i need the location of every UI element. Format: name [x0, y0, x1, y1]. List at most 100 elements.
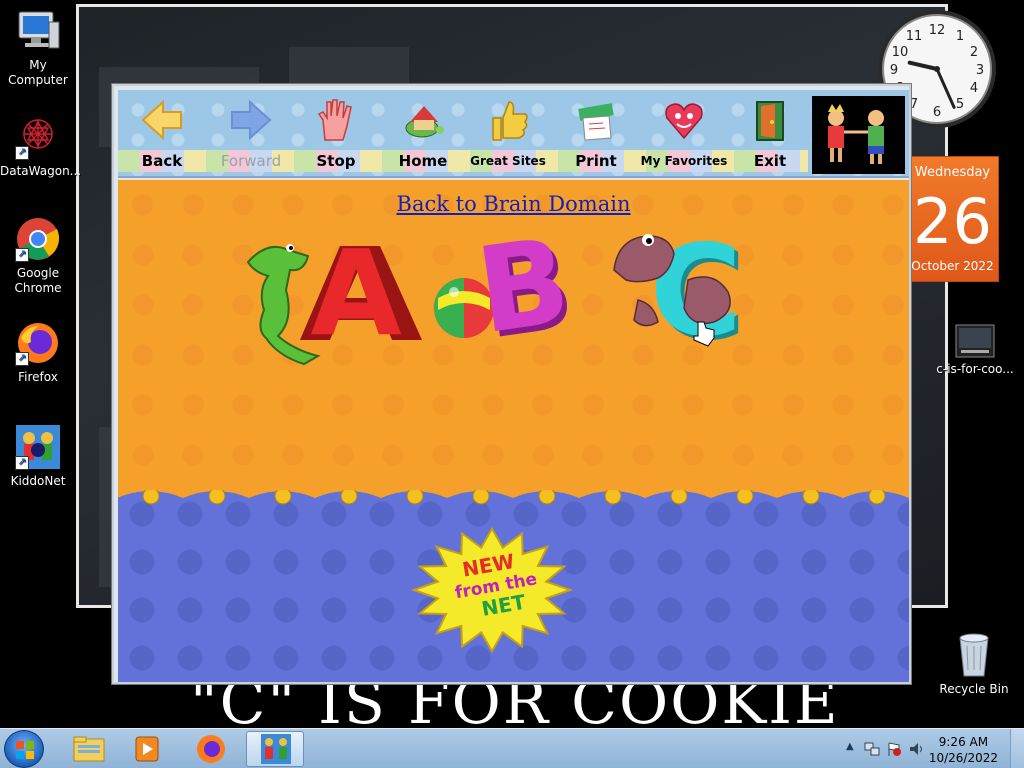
forward-label: Forward	[220, 152, 282, 170]
letter-a-text: A	[310, 224, 401, 362]
video-file-icon	[955, 324, 995, 358]
desktop-icon-label: c-is-for-coo...	[936, 362, 1014, 376]
great-sites-button[interactable]: Great Sites	[466, 90, 550, 174]
folder-icon	[73, 736, 105, 762]
calendar-day: 26	[913, 185, 992, 258]
decorative-bead	[802, 490, 820, 505]
calendar-month-year: October 2022	[911, 259, 994, 273]
desktop-icon-kiddonet[interactable]: ↗ KiddoNet	[0, 424, 76, 489]
exit-label: Exit	[753, 152, 787, 170]
print-label: Print	[575, 152, 617, 170]
my-favorites-label: My Favorites	[640, 154, 728, 168]
new-from-the-net-area: NEW from the NET	[118, 490, 909, 682]
back-label: Back	[141, 152, 183, 170]
svg-text:6: 6	[933, 105, 941, 120]
calendar-weekday: Wednesday	[914, 165, 991, 180]
desktop-icon-c-is-for-cookie[interactable]: c-is-for-coo...	[934, 324, 1016, 377]
letter-b: B B	[469, 211, 582, 366]
taskbar: ▲ 9:26 AM 10/26/2022	[0, 728, 1024, 768]
taskbar-time: 9:26 AM	[938, 735, 989, 749]
volume-icon[interactable]	[908, 741, 924, 757]
svg-text:12: 12	[929, 23, 946, 38]
abc-illustration[interactable]: A B B C C	[118, 180, 909, 490]
desktop-icon-datawagon[interactable]: ↗ DataWagon...	[0, 114, 81, 179]
my-favorites-button[interactable]: My Favorites	[634, 90, 734, 174]
home-button[interactable]: Home	[382, 90, 464, 174]
kiddonet-icon: ↗	[15, 424, 61, 470]
letter-a: A	[300, 224, 422, 362]
svg-text:10: 10	[892, 45, 909, 60]
svg-text:9: 9	[890, 63, 898, 78]
decorative-bead	[868, 490, 886, 505]
desktop-icon-my-computer[interactable]: My Computer	[0, 8, 76, 88]
decorative-bead	[472, 490, 490, 505]
desktop-icon-label: DataWagon...	[0, 164, 82, 178]
desktop-icon-label: Firefox	[18, 370, 58, 384]
svg-text:11: 11	[906, 29, 923, 44]
svg-text:4: 4	[970, 81, 978, 96]
desktop-icon-label: Google Chrome	[14, 266, 62, 295]
svg-text:3: 3	[976, 63, 984, 78]
decorative-bead	[604, 490, 622, 505]
windows-logo-icon	[16, 741, 34, 759]
stop-hand-icon	[317, 99, 352, 141]
taskbar-firefox-button[interactable]	[182, 731, 240, 767]
taskbar-clock[interactable]: 9:26 AM 10/26/2022	[929, 734, 998, 766]
back-button[interactable]: Back	[122, 90, 202, 174]
system-tray: ▲ 9:26 AM 10/26/2022	[834, 729, 1024, 768]
firefox-icon: ↗	[15, 320, 61, 366]
action-center-flag-icon[interactable]	[886, 741, 902, 757]
shortcut-arrow-icon: ↗	[15, 248, 29, 262]
desktop-icon-label: Recycle Bin	[939, 682, 1009, 696]
print-button[interactable]: Print	[562, 90, 630, 174]
show-hidden-icons-icon[interactable]: ▲	[846, 741, 854, 752]
exit-door-icon	[756, 101, 784, 141]
desktop-icon-google-chrome[interactable]: ↗ Google Chrome	[0, 216, 76, 296]
forward-button[interactable]: Forward	[208, 90, 294, 174]
svg-text:5: 5	[956, 97, 964, 112]
decorative-bead	[670, 490, 688, 505]
taskbar-explorer-button[interactable]	[60, 731, 118, 767]
heart-face-icon	[665, 103, 703, 140]
decorative-bead	[406, 490, 424, 505]
stop-button[interactable]: Stop	[298, 90, 374, 174]
decorative-bead	[142, 490, 160, 505]
forward-arrow-icon	[231, 99, 272, 141]
stop-label: Stop	[316, 152, 356, 170]
back-arrow-icon	[141, 99, 182, 141]
shortcut-arrow-icon: ↗	[15, 146, 29, 160]
alligator-icon	[246, 244, 321, 366]
thumbs-up-icon	[492, 101, 528, 141]
shortcut-arrow-icon: ↗	[15, 352, 29, 366]
taskbar-media-player-button[interactable]	[118, 731, 176, 767]
recycle-bin-icon	[954, 630, 994, 678]
shortcut-arrow-icon: ↗	[15, 456, 29, 470]
svg-text:1: 1	[956, 29, 964, 44]
decorative-bead	[538, 490, 556, 505]
desktop-icon-firefox[interactable]: ↗ Firefox	[0, 320, 76, 385]
firefox-icon	[197, 735, 225, 763]
decorative-bead	[274, 490, 292, 505]
calendar-gadget[interactable]: Wednesday 26 October 2022	[906, 156, 999, 282]
decorative-bead	[736, 490, 754, 505]
decorative-bead	[208, 490, 226, 505]
show-desktop-button[interactable]	[1010, 729, 1024, 768]
abc-page-area: Back to Brain Domain A B B	[118, 180, 909, 490]
decorative-bead	[340, 490, 358, 505]
letter-b-text: B	[469, 211, 577, 360]
great-sites-label: Great Sites	[470, 154, 546, 168]
new-from-the-net-badge[interactable]: NEW from the NET	[410, 526, 574, 654]
exit-button[interactable]: Exit	[738, 90, 802, 174]
kiddonet-window: Back Forward Stop Home Great Sites Print…	[112, 84, 911, 684]
kiddonet-kids-logo	[812, 96, 905, 174]
network-icon[interactable]	[864, 741, 880, 757]
datawagon-icon: ↗	[15, 114, 61, 160]
media-player-icon	[135, 736, 159, 762]
start-button[interactable]	[4, 730, 44, 768]
kiddonet-icon	[261, 734, 291, 764]
desktop-icon-recycle-bin[interactable]: Recycle Bin	[936, 630, 1012, 697]
desktop-icon-label: KiddoNet	[10, 474, 66, 488]
svg-text:2: 2	[970, 45, 978, 60]
taskbar-kiddonet-button[interactable]	[246, 731, 304, 767]
taskbar-date: 10/26/2022	[928, 751, 998, 765]
